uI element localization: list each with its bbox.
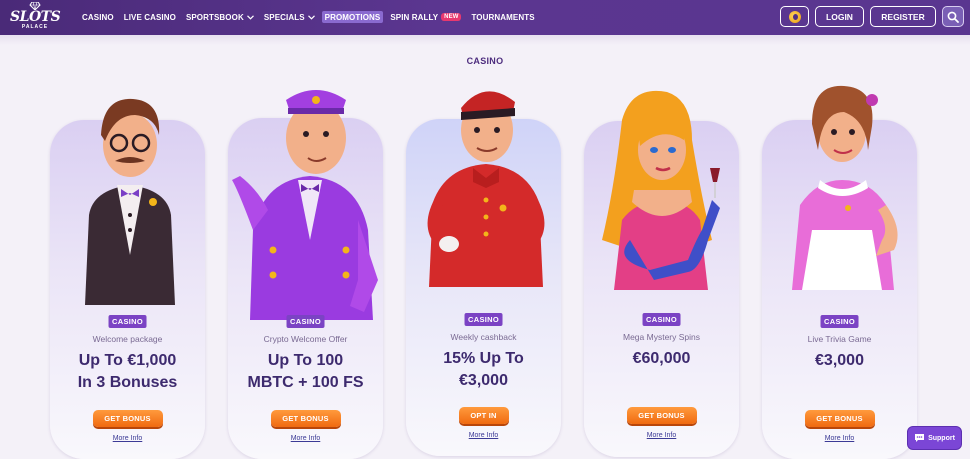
nav-casino[interactable]: CASINO [82,11,114,23]
header-actions: LOGIN REGISTER [774,6,964,27]
bellboy-character-image [427,91,545,287]
promo-card-crypto: CASINO Crypto Welcome Offer Up To 100 MB… [228,80,383,459]
section-title: CASINO [466,56,504,66]
get-bonus-button[interactable]: GET BONUS [626,407,697,424]
nav-label: SPORTSBOOK [185,12,244,22]
promo-subtitle: Mega Mystery Spins [623,332,700,342]
nav-specials[interactable]: SPECIALS [264,11,315,23]
waitress-character-image [792,85,898,290]
promo-subtitle: Weekly cashback [450,332,517,342]
promo-card-welcome: CASINO Welcome package Up To €1,000 In 3… [50,80,205,459]
nav-spin-rally[interactable]: SPIN RALLY NEW [390,11,462,23]
more-info-link[interactable]: More Info [50,435,205,442]
category-tag: CASINO [464,313,503,326]
banner-strip [0,35,970,45]
support-chat-button[interactable]: Support [907,426,962,450]
promo-card-mystery-spins: CASINO Mega Mystery Spins €60,000 GET BO… [584,80,739,459]
search-button[interactable] [942,6,964,27]
more-info-link[interactable]: More Info [584,432,739,439]
nav-label: LIVE CASINO [123,12,176,22]
promo-headline-line1: Up To 100 [267,352,344,369]
promo-headline-line2: In 3 Bonuses [77,374,178,391]
promo-subtitle: Crypto Welcome Offer [263,334,348,344]
promo-headline-line1: €60,000 [632,350,691,367]
logo-sub: PALACE [21,24,49,30]
nav-live-casino[interactable]: LIVE CASINO [124,11,176,23]
get-bonus-button[interactable]: GET BONUS [92,410,163,427]
lady-character-image [602,90,720,290]
nav-label: SPECIALS [263,12,305,22]
category-tag: CASINO [642,313,681,326]
chevron-down-icon [246,14,254,20]
search-icon [947,11,959,23]
doorman-character-image [232,90,378,320]
get-bonus-button[interactable]: GET BONUS [270,410,341,427]
opt-in-button[interactable]: OPT IN [458,407,509,424]
slots-palace-logo[interactable]: SLOTS PALACE [10,2,61,33]
get-bonus-button[interactable]: GET BONUS [804,410,875,427]
nav-label: TOURNAMENTS [471,12,535,22]
coin-icon [788,10,801,23]
top-header: SLOTS PALACE CASINO LIVE CASINO SPORTSBO… [0,0,970,35]
chevron-down-icon [307,14,315,20]
nav-tournaments[interactable]: TOURNAMENTS [471,11,534,23]
category-tag: CASINO [286,315,325,328]
promo-card-trivia: CASINO Live Trivia Game €3,000 GET BONUS… [762,80,917,459]
more-info-link[interactable]: More Info [406,432,561,439]
nav-label: CASINO [82,12,114,22]
new-badge: NEW [441,13,462,21]
promo-headline-line2: €3,000 [459,372,508,389]
logo-word: SLOTS [10,9,61,25]
promo-subtitle: Live Trivia Game [807,334,872,344]
chat-bubble-icon [915,434,925,442]
gentleman-character-image [85,98,175,305]
promo-headline-line1: €3,000 [815,352,864,369]
nav-label: SPIN RALLY [390,12,439,22]
login-button[interactable]: LOGIN [815,6,864,27]
main-nav: CASINO LIVE CASINO SPORTSBOOK SPECIALS P… [82,11,545,23]
nav-sportsbook[interactable]: SPORTSBOOK [186,11,254,23]
nav-promotions[interactable]: PROMOTIONS [321,11,384,23]
register-button[interactable]: REGISTER [870,6,936,27]
promo-headline-line1: 15% Up To [443,350,524,367]
promo-headline-line2: MBTC + 100 FS [247,374,364,391]
promo-headline-line1: Up To €1,000 [78,352,177,369]
more-info-link[interactable]: More Info [762,435,917,442]
category-tag: CASINO [820,315,859,328]
coin-button[interactable] [780,6,809,27]
category-tag: CASINO [108,315,147,328]
more-info-link[interactable]: More Info [228,435,383,442]
promo-subtitle: Welcome package [92,334,163,344]
nav-label: PROMOTIONS [324,12,381,22]
promo-card-cashback: CASINO Weekly cashback 15% Up To €3,000 … [406,80,561,459]
support-label: Support [928,434,955,442]
